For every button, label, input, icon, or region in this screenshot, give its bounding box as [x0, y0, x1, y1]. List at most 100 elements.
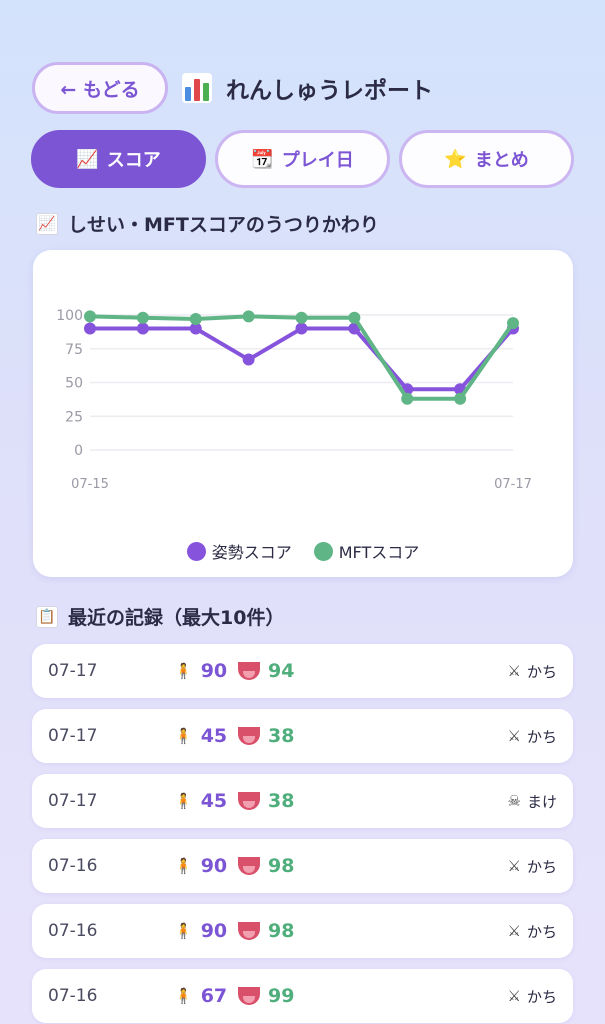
mft-value: 38: [268, 725, 295, 747]
skull-icon: ☠: [507, 792, 521, 810]
record-date: 07-17: [48, 791, 98, 811]
result-label: かち: [526, 922, 557, 941]
clipboard-icon: 📋: [36, 605, 58, 628]
record-date: 07-16: [48, 856, 98, 876]
page-title: れんしゅうレポート: [226, 78, 433, 104]
chart-up-icon: 📈: [36, 212, 58, 235]
record-row[interactable]: 07-16 🧍 90 98 ⚔ かち: [32, 904, 573, 958]
match-result: ⚔ かち: [508, 661, 557, 682]
y-tick-label: 50: [65, 376, 83, 392]
crossed-swords-icon: ⚔: [507, 857, 521, 875]
data-point-mft: [84, 310, 96, 323]
match-result: ⚔ かち: [508, 986, 557, 1007]
purple-circle-icon: [186, 541, 206, 561]
header: ← もどる れんしゅうレポート: [32, 62, 585, 114]
mft-score: 94: [238, 660, 294, 682]
record-row[interactable]: 07-17 🧍 45 38 ⚔ かち: [32, 709, 573, 763]
match-result: ⚔ かち: [508, 726, 557, 747]
posture-score: 🧍 90: [174, 855, 227, 877]
data-point-mft: [454, 392, 467, 405]
match-result: ⚔ かち: [508, 921, 557, 942]
result-label: かち: [526, 662, 557, 681]
posture-score: 🧍 90: [174, 920, 227, 942]
tab-play-days[interactable]: 📆 プレイ日: [215, 130, 390, 188]
records-title: 最近の記録（最大10件）: [68, 607, 285, 629]
person-standing-icon: 🧍: [174, 662, 193, 680]
tab-label: スコア: [106, 150, 161, 171]
tongue-icon: [238, 857, 260, 875]
data-point-mft: [507, 317, 519, 330]
crossed-swords-icon: ⚔: [507, 727, 521, 745]
tongue-icon: [238, 662, 260, 680]
result-label: まけ: [526, 792, 557, 811]
y-tick-label: 100: [56, 308, 83, 324]
series-line-posture: [88, 326, 515, 392]
record-row[interactable]: 07-16 🧍 90 98 ⚔ かち: [32, 839, 573, 893]
posture-score: 🧍 67: [174, 985, 227, 1007]
mft-value: 99: [268, 985, 295, 1007]
record-date: 07-16: [48, 921, 98, 941]
person-standing-icon: 🧍: [174, 727, 193, 745]
crossed-swords-icon: ⚔: [507, 922, 521, 940]
tab-label: プレイ日: [281, 150, 354, 171]
score-chart-card: 0 25 50 75 100 07-15 07-17 姿勢スコア MFTスコア: [33, 250, 573, 577]
mft-value: 38: [268, 790, 295, 812]
mft-score: 99: [238, 985, 294, 1007]
green-circle-icon: [313, 541, 333, 561]
record-row[interactable]: 07-17 🧍 45 38 ☠ まけ: [32, 774, 573, 828]
result-label: かち: [526, 857, 557, 876]
posture-value: 90: [200, 920, 228, 942]
tongue-icon: [238, 922, 260, 940]
data-point-mft: [348, 311, 361, 324]
tab-summary[interactable]: ⭐ まとめ: [399, 130, 574, 188]
mft-value: 98: [268, 920, 295, 942]
y-tick-label: 25: [65, 409, 83, 425]
data-point-mft: [189, 313, 202, 326]
record-row[interactable]: 07-17 🧍 90 94 ⚔ かち: [32, 644, 573, 698]
data-point-mft: [136, 311, 149, 324]
posture-value: 90: [200, 660, 228, 682]
person-standing-icon: 🧍: [174, 792, 193, 810]
mft-score: 98: [238, 855, 294, 877]
record-date: 07-17: [48, 661, 98, 681]
legend-item-mft: MFTスコア: [313, 539, 420, 563]
record-date: 07-17: [48, 726, 98, 746]
tab-bar: 📈 スコア 📆 プレイ日 ⭐ まとめ: [31, 130, 574, 188]
result-label: かち: [526, 727, 557, 746]
tab-label: まとめ: [474, 150, 529, 171]
back-button[interactable]: ← もどる: [32, 62, 168, 114]
data-point-mft: [401, 392, 414, 405]
match-result: ⚔ かち: [508, 856, 557, 877]
star-icon: ⭐: [444, 148, 467, 170]
calendar-icon: 📆: [251, 148, 274, 170]
records-section-title: 📋 最近の記録（最大10件）: [36, 603, 284, 630]
legend-item-posture: 姿勢スコア: [186, 539, 292, 563]
posture-score: 🧍 45: [174, 790, 227, 812]
crossed-swords-icon: ⚔: [507, 662, 521, 680]
mft-score: 38: [238, 725, 294, 747]
tongue-icon: [238, 727, 260, 745]
posture-score: 🧍 90: [174, 660, 227, 682]
legend-label: MFTスコア: [338, 543, 420, 562]
legend-label: 姿勢スコア: [211, 543, 292, 562]
x-tick-label: 07-17: [494, 477, 532, 492]
data-point-posture: [136, 322, 149, 335]
y-tick-label: 0: [74, 443, 83, 459]
tab-score[interactable]: 📈 スコア: [31, 130, 206, 188]
records-list: 07-17 🧍 90 94 ⚔ かち 07-17 🧍 45 38 ⚔ かち 07-17 🧍 45 38 ☠ まけ 0…: [32, 644, 573, 1024]
posture-value: 45: [200, 725, 228, 747]
chart-legend: 姿勢スコア MFTスコア: [33, 539, 573, 563]
record-row[interactable]: 07-16 🧍 67 99 ⚔ かち: [32, 969, 573, 1023]
data-point-posture: [242, 353, 255, 366]
mft-value: 94: [268, 660, 295, 682]
data-point-posture: [295, 322, 308, 335]
data-point-posture: [84, 322, 96, 335]
tongue-icon: [238, 987, 260, 1005]
posture-score: 🧍 45: [174, 725, 227, 747]
bar-chart-icon: [182, 73, 212, 103]
mft-score: 38: [238, 790, 294, 812]
tongue-icon: [238, 792, 260, 810]
x-tick-label: 07-15: [71, 477, 109, 492]
chart-title: しせい・MFTスコアのうつりかわり: [68, 214, 379, 236]
posture-value: 67: [200, 985, 228, 1007]
